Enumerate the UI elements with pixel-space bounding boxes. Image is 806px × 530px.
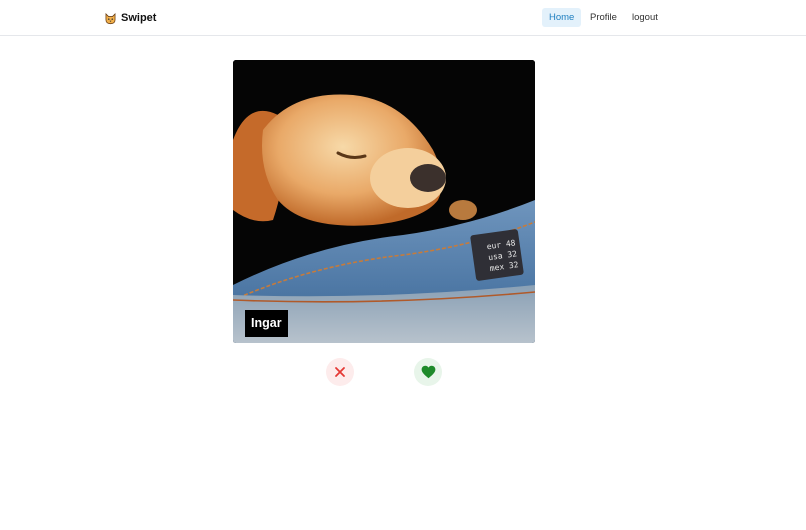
brand[interactable]: Swipet: [104, 10, 156, 26]
nav-home[interactable]: Home: [542, 8, 582, 27]
like-button[interactable]: [414, 358, 442, 386]
brand-name: Swipet: [121, 12, 157, 24]
pet-photo: eur 48 usa 32 mex 32: [233, 60, 535, 343]
cat-face-icon: [105, 12, 116, 24]
pet-name-label: Ingar: [245, 310, 288, 337]
close-icon: [335, 367, 345, 377]
heart-icon: [421, 365, 435, 379]
jeans-label: eur 48 usa 32 mex 32: [470, 229, 524, 281]
pet-card[interactable]: eur 48 usa 32 mex 32 Ingar: [233, 60, 535, 343]
nav-logout[interactable]: logout: [625, 8, 665, 27]
nav-profile[interactable]: Profile: [583, 8, 624, 27]
dislike-button[interactable]: [326, 358, 354, 386]
top-navbar: Swipet Home Profile logout: [0, 0, 806, 36]
